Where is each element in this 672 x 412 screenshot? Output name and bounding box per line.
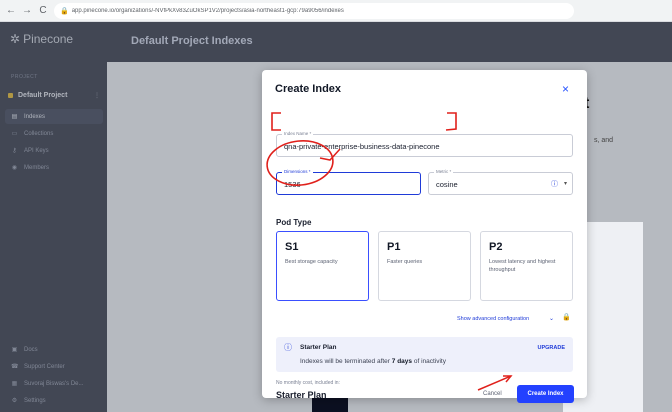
pod-description: Lowest latency and highest throughput xyxy=(489,259,556,273)
pod-name: P1 xyxy=(387,241,401,253)
pod-name: P2 xyxy=(489,241,503,253)
index-name-label: Index Name * xyxy=(282,131,314,136)
pod-option-p1[interactable]: P1 Faster queries xyxy=(378,231,471,301)
info-icon[interactable]: ⓘ xyxy=(551,179,558,189)
cost-label: No monthly cost, included in: xyxy=(276,380,340,386)
address-bar[interactable]: 🔒 app.pinecone.io/organizations/-NVfPkXv… xyxy=(54,2,574,19)
plan-note: Indexes will be terminated after 7 days … xyxy=(300,358,446,365)
metric-select[interactable]: Metric * cosine ⓘ ▾ xyxy=(428,169,573,195)
plan-note-days: 7 days xyxy=(391,358,413,365)
create-index-button[interactable]: Create Index xyxy=(517,385,574,403)
dimensions-label: Dimensions * xyxy=(282,169,313,174)
dimensions-value: 1536 xyxy=(284,180,301,189)
cancel-button[interactable]: Cancel xyxy=(483,391,502,397)
lock-icon: 🔒 xyxy=(562,314,571,321)
advanced-config-link[interactable]: Show advanced configuration xyxy=(457,316,529,322)
pod-name: S1 xyxy=(285,241,299,253)
pod-description: Best storage capacity xyxy=(285,259,338,265)
plan-notice: ⓘ Starter Plan UPGRADE Indexes will be t… xyxy=(276,337,573,372)
back-icon[interactable]: ← xyxy=(6,5,16,16)
lock-icon: 🔒 xyxy=(60,7,69,15)
browser-toolbar: ← → C 🔒 app.pinecone.io/organizations/-N… xyxy=(0,0,672,22)
plan-note-suffix: of inactivity xyxy=(412,358,446,365)
forward-icon[interactable]: → xyxy=(22,5,32,16)
modal-title: Create Index xyxy=(275,83,342,95)
close-icon[interactable]: × xyxy=(562,82,569,96)
chevron-down-icon: ▾ xyxy=(563,181,567,187)
pod-description: Faster queries xyxy=(387,259,423,265)
metric-label: Metric * xyxy=(434,169,454,174)
pod-option-s1[interactable]: S1 Best storage capacity xyxy=(276,231,369,301)
info-icon: ⓘ xyxy=(284,343,292,352)
pod-option-p2[interactable]: P2 Lowest latency and highest throughput xyxy=(480,231,573,301)
reload-icon[interactable]: C xyxy=(38,5,48,16)
pod-type-heading: Pod Type xyxy=(276,218,312,227)
create-index-modal: Create Index × Index Name * qna-private-… xyxy=(262,70,587,403)
upgrade-link[interactable]: UPGRADE xyxy=(537,345,565,351)
pinecone-app: ✲ Pinecone PROJECT Default Project ⋮ ▤ I… xyxy=(0,22,672,412)
dimensions-field[interactable]: Dimensions * 1536 xyxy=(276,169,421,195)
plan-note-prefix: Indexes will be terminated after xyxy=(300,358,392,365)
chevron-down-icon[interactable]: ⌄ xyxy=(549,315,554,322)
url-text: app.pinecone.io/organizations/-NVfPkXv83… xyxy=(71,7,344,14)
background-button xyxy=(312,398,348,412)
background-text: s, and xyxy=(594,137,614,144)
metric-value: cosine xyxy=(436,180,458,189)
index-name-field[interactable]: Index Name * qna-private-enterprise-busi… xyxy=(276,131,573,157)
index-name-value: qna-private-enterprise-business-data-pin… xyxy=(284,142,440,151)
plan-name: Starter Plan xyxy=(300,344,337,351)
cost-plan: Starter Plan xyxy=(276,390,327,400)
